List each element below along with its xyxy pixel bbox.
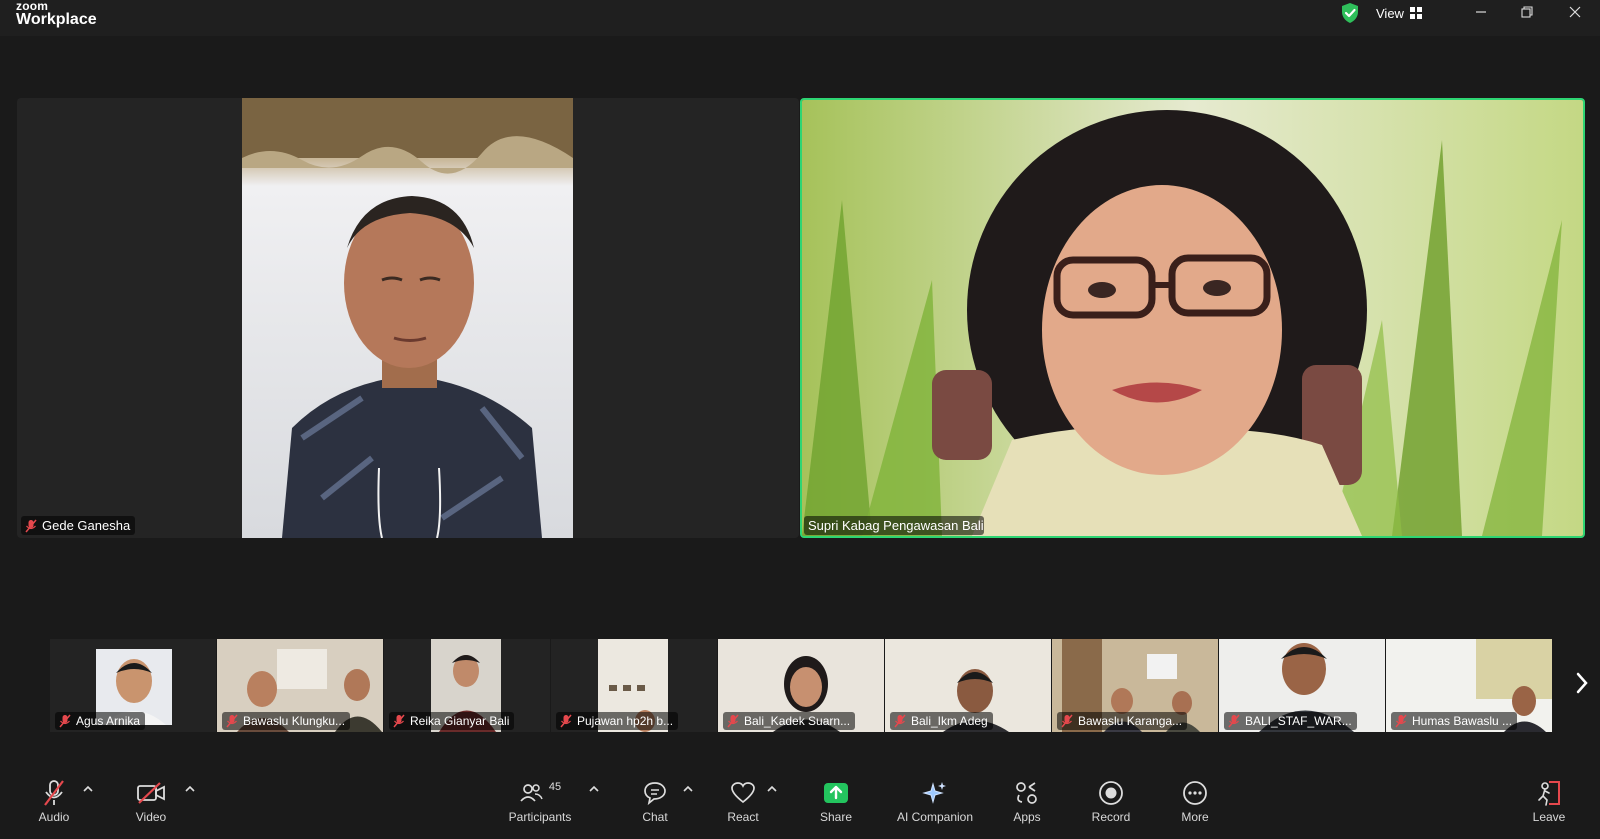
view-button[interactable]: View	[1376, 3, 1423, 23]
participant-name-tag: Agus Arnika	[55, 712, 146, 730]
meeting-stage: Gede Ganesha Supri Kabag Pengawasan Bali…	[0, 36, 1600, 770]
mic-muted-icon	[894, 714, 906, 728]
sparkle-icon	[922, 782, 946, 804]
mic-muted-icon	[44, 780, 64, 806]
mic-muted-icon	[1228, 714, 1240, 728]
brand-large: Workplace	[16, 11, 97, 28]
participant-name-tag: Bawaslu Klungku...	[222, 712, 351, 730]
leave-button[interactable]: Leave	[1504, 778, 1594, 824]
video-label: Video	[135, 810, 167, 824]
participant-name-tag: Supri Kabag Pengawasan Bali	[804, 516, 984, 535]
view-label: View	[1376, 5, 1404, 21]
participant-name: BALI_STAF_WAR...	[1245, 714, 1352, 728]
more-button[interactable]: More	[1150, 778, 1240, 824]
chat-label: Chat	[642, 810, 668, 824]
participant-name: Bali_Kadek Suarn...	[744, 714, 851, 728]
share-screen-icon	[824, 783, 848, 803]
participant-count: 45	[548, 781, 562, 793]
participant-name-tag: Bawaslu Karanga...	[1057, 712, 1188, 730]
ai-companion-button[interactable]: AI Companion	[890, 778, 980, 824]
minimize-icon	[1476, 11, 1486, 13]
record-button[interactable]: Record	[1066, 778, 1156, 824]
grid-icon	[1409, 6, 1422, 19]
participant-name: Humas Bawaslu ...	[1412, 714, 1513, 728]
participant-name: Bali_Ikm Adeg	[911, 714, 988, 728]
react-label: React	[727, 810, 759, 824]
thumbnail-tile[interactable]: Pujawan hp2h b...	[551, 639, 717, 732]
video-tile-supri-active[interactable]: Supri Kabag Pengawasan Bali	[800, 98, 1585, 538]
heart-icon	[731, 782, 755, 804]
mic-muted-icon	[727, 714, 739, 728]
chevron-up-icon[interactable]	[82, 784, 94, 794]
apps-button[interactable]: Apps	[982, 778, 1072, 824]
participant-name: Reika Gianyar Bali	[410, 714, 510, 728]
participants-label: Participants	[508, 810, 572, 824]
apps-label: Apps	[1013, 810, 1041, 824]
participant-name-tag: Reika Gianyar Bali	[389, 712, 515, 730]
thumbnail-tile[interactable]: BALI_STAF_WAR...	[1219, 639, 1385, 732]
participant-name-tag: Gede Ganesha	[21, 516, 136, 535]
restore-button[interactable]	[1504, 0, 1550, 24]
meeting-toolbar: Audio Video 45 Participants Chat React S…	[0, 770, 1600, 839]
leave-label: Leave	[1532, 810, 1566, 824]
participant-name: Agus Arnika	[76, 714, 141, 728]
participant-name: Supri Kabag Pengawasan Bali	[808, 518, 984, 533]
participant-name-tag: Bali_Ikm Adeg	[890, 712, 993, 730]
chevron-up-icon[interactable]	[588, 784, 600, 794]
record-icon	[1099, 781, 1123, 805]
mic-muted-icon	[393, 714, 405, 728]
thumbnail-tile[interactable]: Bawaslu Klungku...	[217, 639, 383, 732]
apps-icon	[1016, 782, 1037, 804]
participant-name-tag: Pujawan hp2h b...	[556, 712, 679, 730]
audio-label: Audio	[38, 810, 70, 824]
close-button[interactable]	[1552, 0, 1598, 24]
share-label: Share	[819, 810, 853, 824]
mic-muted-icon	[1061, 714, 1073, 728]
leave-icon	[1538, 781, 1560, 806]
participant-name: Bawaslu Klungku...	[243, 714, 346, 728]
participants-button[interactable]: 45 Participants	[495, 778, 585, 824]
participant-name-tag: Humas Bawaslu ...	[1391, 712, 1518, 730]
mic-muted-icon	[560, 714, 572, 728]
close-icon	[1569, 6, 1581, 18]
participant-video	[802, 100, 1583, 536]
mic-muted-icon	[25, 519, 37, 532]
chevron-up-icon[interactable]	[682, 784, 694, 794]
participant-name-tag: BALI_STAF_WAR...	[1224, 712, 1357, 730]
thumbnail-tile[interactable]: Bali_Kadek Suarn...	[718, 639, 884, 732]
thumbnail-tile[interactable]: Bali_Ikm Adeg	[885, 639, 1051, 732]
video-tile-gede[interactable]: Gede Ganesha	[17, 98, 799, 538]
mic-muted-icon	[226, 714, 238, 728]
participant-name: Pujawan hp2h b...	[577, 714, 674, 728]
participant-name-tag: Bali_Kadek Suarn...	[723, 712, 856, 730]
thumbnail-tile[interactable]: Agus Arnika	[50, 639, 216, 732]
chevron-right-icon[interactable]	[1572, 670, 1592, 696]
participant-name: Gede Ganesha	[42, 518, 131, 533]
mic-muted-icon	[59, 714, 71, 728]
thumbnail-tile[interactable]: Bawaslu Karanga...	[1052, 639, 1218, 732]
camera-off-icon	[137, 782, 165, 804]
zoom-logo: zoom Workplace	[16, 0, 97, 28]
mic-muted-icon	[1395, 714, 1407, 728]
ai-companion-label: AI Companion	[896, 810, 974, 824]
participant-name: Bawaslu Karanga...	[1078, 714, 1183, 728]
shield-icon[interactable]	[1340, 2, 1360, 24]
people-icon	[520, 784, 543, 802]
record-label: Record	[1091, 810, 1131, 824]
title-bar: zoom Workplace View	[0, 0, 1600, 36]
participant-strip: Agus Arnika Bawaslu Klungku... Reika Gia…	[50, 639, 1552, 732]
thumbnail-tile[interactable]: Humas Bawaslu ...	[1386, 639, 1552, 732]
more-dots-icon	[1183, 781, 1207, 805]
participant-video	[242, 98, 573, 538]
more-label: More	[1181, 810, 1209, 824]
share-button[interactable]: Share	[791, 778, 881, 824]
chevron-up-icon[interactable]	[766, 784, 778, 794]
restore-icon	[1521, 6, 1533, 18]
chevron-up-icon[interactable]	[184, 784, 196, 794]
minimize-button[interactable]	[1458, 0, 1504, 24]
video-button[interactable]: Video	[106, 778, 196, 824]
thumbnail-tile[interactable]: Reika Gianyar Bali	[384, 639, 550, 732]
chat-bubble-icon	[644, 782, 666, 806]
